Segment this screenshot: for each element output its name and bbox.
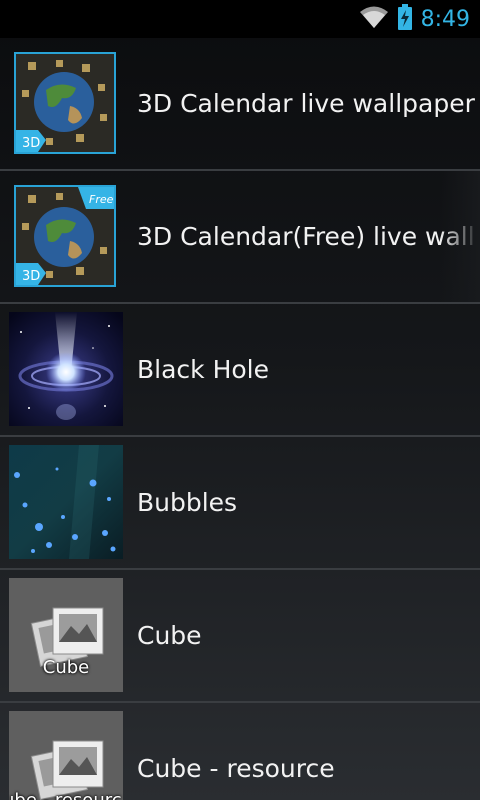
- wallpaper-item-label: 3D Calendar(Free) live wall: [137, 171, 480, 302]
- free-badge-label: Free: [89, 193, 114, 206]
- wallpaper-item[interactable]: ube - resourc Cube - resource: [0, 703, 480, 800]
- wallpaper-item[interactable]: 3D 3D Calendar live wallpaper: [0, 38, 480, 171]
- 3d-badge-label: 3D: [22, 136, 40, 151]
- 3d-calendar-free-thumbnail: Free 3D: [14, 185, 116, 287]
- wallpaper-item[interactable]: Bubbles: [0, 437, 480, 570]
- 3d-calendar-thumbnail: 3D: [14, 52, 116, 154]
- wallpaper-item-label: Cube - resource: [137, 754, 335, 783]
- thumbnail-caption: ube - resourc: [9, 790, 123, 800]
- 3d-badge-label: 3D: [22, 269, 40, 284]
- wallpaper-list[interactable]: 3D 3D Calendar live wallpaper Free 3D 3D…: [0, 38, 480, 800]
- wallpaper-item-label: Bubbles: [137, 488, 238, 517]
- bubbles-thumbnail: [9, 445, 123, 559]
- wallpaper-item[interactable]: Black Hole: [0, 304, 480, 437]
- wallpaper-item-label: Cube: [137, 621, 202, 650]
- wallpaper-item-label: 3D Calendar live wallpaper: [137, 89, 475, 118]
- placeholder-image-thumbnail: ube - resourc: [9, 711, 123, 800]
- battery-charging-icon: [397, 4, 413, 34]
- wallpaper-item[interactable]: Cube Cube: [0, 570, 480, 703]
- status-bar: 8:49: [0, 0, 480, 38]
- thumbnail-caption: Cube: [42, 657, 90, 678]
- wallpaper-item[interactable]: Free 3D 3D Calendar(Free) live wall: [0, 171, 480, 304]
- placeholder-image-thumbnail: Cube: [9, 578, 123, 692]
- status-clock: 8:49: [420, 6, 470, 32]
- wallpaper-item-label: Black Hole: [137, 355, 270, 384]
- wallpaper-picker-screen: 8:49 3D 3D Calendar live wallpaper Free …: [0, 0, 480, 800]
- picture-placeholder-icon: [30, 740, 104, 800]
- black-hole-thumbnail: [9, 312, 123, 426]
- wifi-icon: [359, 5, 389, 33]
